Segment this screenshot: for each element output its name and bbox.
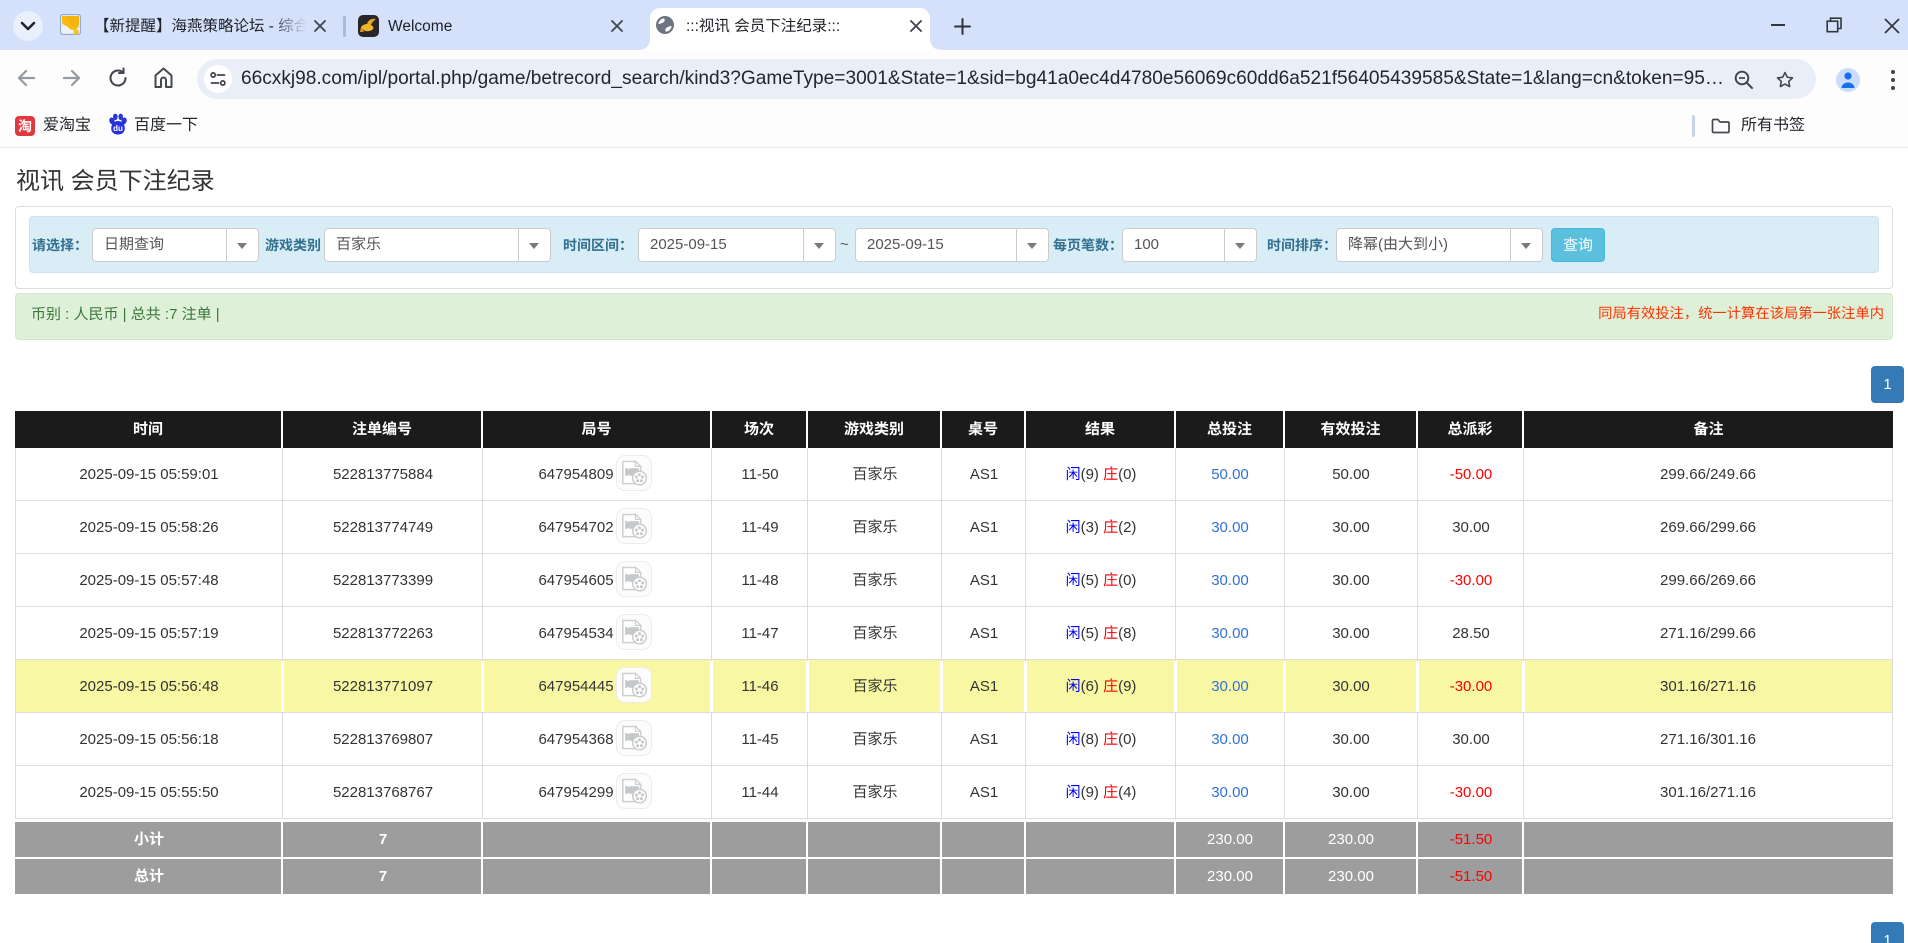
svg-text:du: du <box>113 124 123 133</box>
